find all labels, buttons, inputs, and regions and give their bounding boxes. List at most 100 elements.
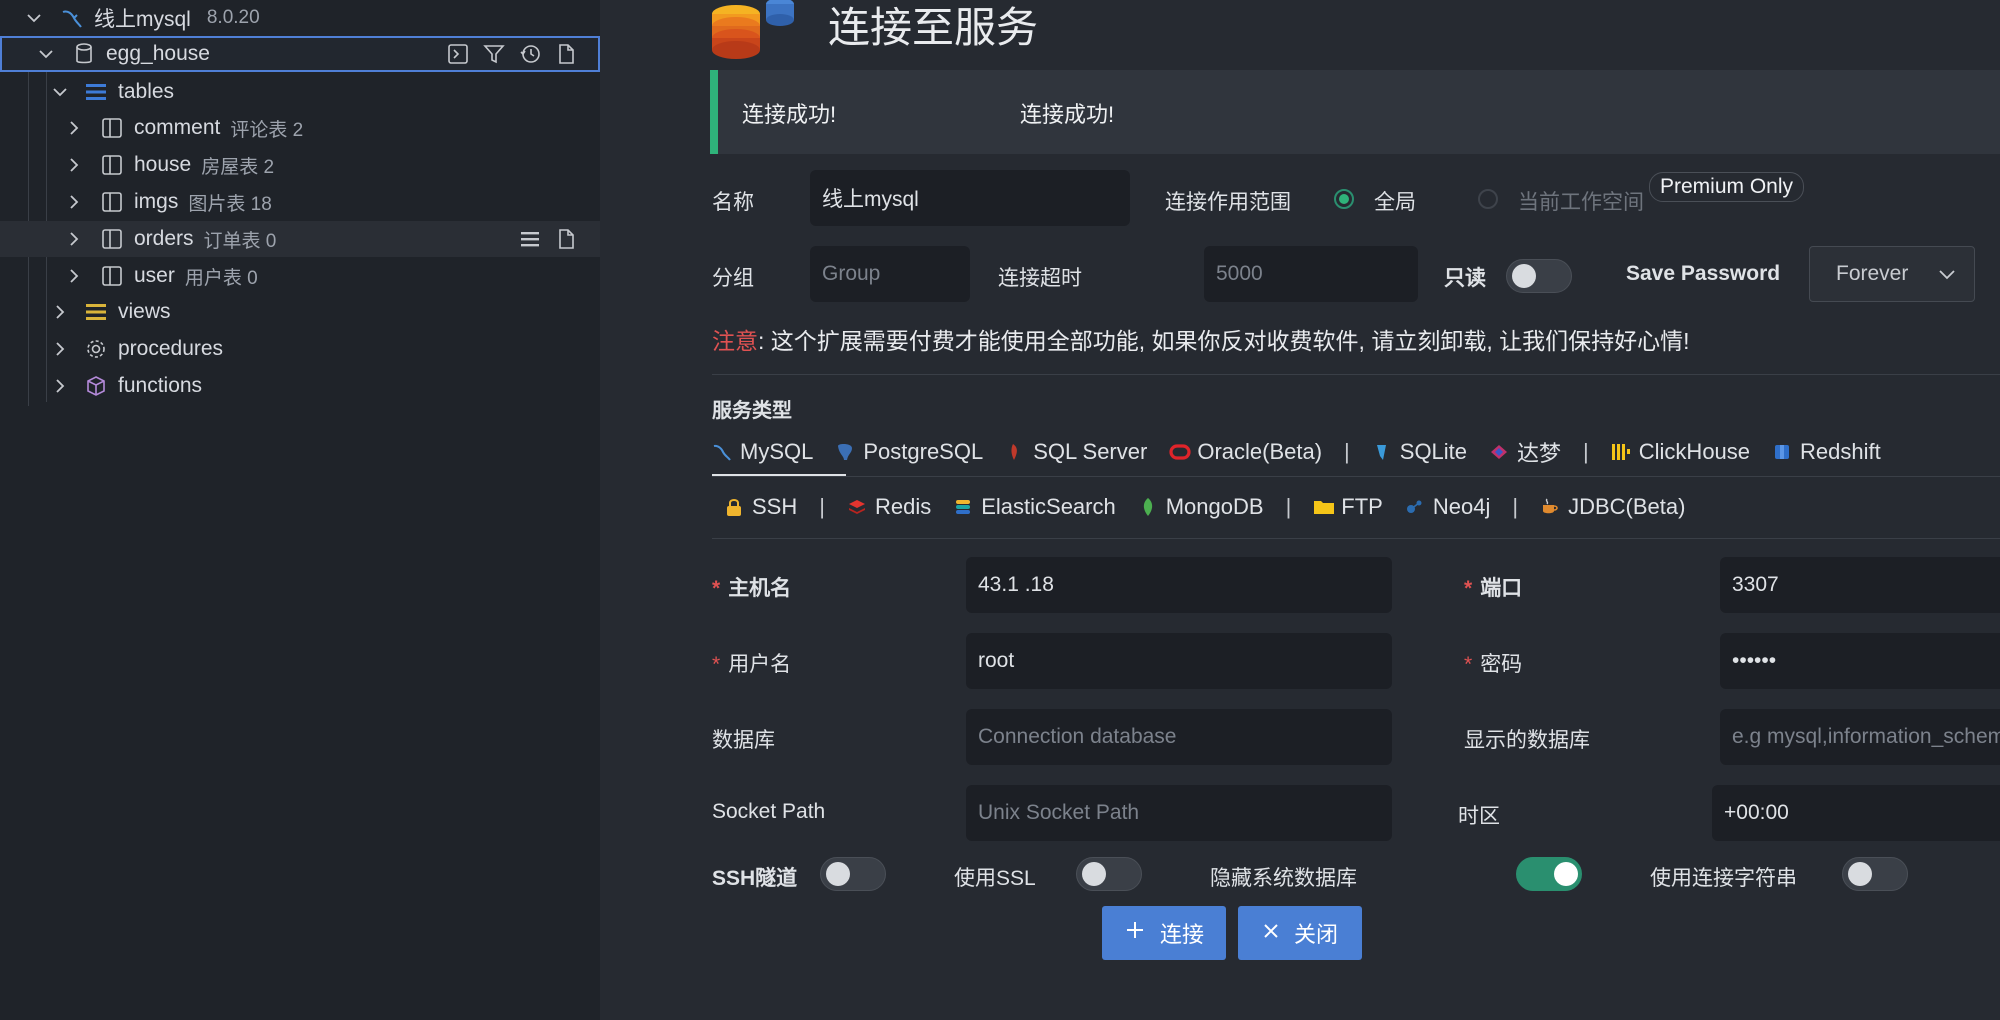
- use-conn-string-toggle[interactable]: [1842, 857, 1908, 891]
- tab-dameng[interactable]: 达梦: [1489, 436, 1561, 468]
- hide-system-db-toggle[interactable]: [1516, 857, 1582, 891]
- clickhouse-icon: [1611, 442, 1631, 462]
- save-password-select[interactable]: Forever: [1809, 246, 1975, 302]
- connect-button[interactable]: 连接: [1102, 906, 1226, 960]
- terminal-icon[interactable]: [446, 42, 470, 66]
- tab-sqlite[interactable]: SQLite: [1372, 439, 1467, 465]
- tab-neo4j[interactable]: Neo4j: [1405, 494, 1490, 520]
- tab-mysql[interactable]: MySQL: [712, 439, 813, 465]
- neo4j-icon: [1405, 497, 1425, 517]
- tab-oracle[interactable]: Oracle(Beta): [1169, 439, 1322, 465]
- folder-icon: [1313, 497, 1335, 517]
- table-name: imgs: [134, 190, 179, 213]
- tab-redshift[interactable]: Redshift: [1772, 439, 1881, 465]
- table-icon: [100, 116, 124, 140]
- host-label-text: 主机名: [728, 577, 792, 600]
- sqlserver-icon: [1005, 442, 1025, 462]
- tab-elasticsearch[interactable]: ElasticSearch: [953, 494, 1116, 520]
- tree-table-item[interactable]: user 用户表 0: [0, 258, 600, 294]
- password-label: * 密码: [1464, 648, 1522, 678]
- tab-redis[interactable]: Redis: [847, 494, 931, 520]
- scope-global-label[interactable]: 全局: [1374, 186, 1416, 216]
- chevron-right-icon[interactable]: [52, 378, 68, 394]
- shown-db-field[interactable]: e.g mysql,information_schema: [1720, 709, 2000, 765]
- divider: [712, 538, 2000, 539]
- tree-table-item[interactable]: comment 评论表 2: [0, 110, 600, 146]
- tree-procedures[interactable]: procedures: [0, 331, 600, 367]
- required-mark: *: [1464, 577, 1473, 600]
- java-cup-icon: [1540, 497, 1560, 517]
- close-button-label: 关闭: [1293, 922, 1338, 947]
- filter-icon[interactable]: [482, 42, 506, 66]
- chevron-right-icon[interactable]: [52, 304, 68, 320]
- chevron-right-icon[interactable]: [66, 268, 82, 284]
- chevron-right-icon[interactable]: [66, 120, 82, 136]
- use-ssl-toggle[interactable]: [1076, 857, 1142, 891]
- functions-label: functions: [118, 374, 203, 397]
- close-button[interactable]: 关闭: [1238, 906, 1362, 960]
- table-note: 订单表 0: [203, 230, 277, 252]
- ssh-tunnel-toggle[interactable]: [820, 857, 886, 891]
- use-conn-string-label: 使用连接字符串: [1650, 867, 1797, 890]
- table-note: 图片表 18: [188, 193, 272, 215]
- tree-table-item[interactable]: orders 订单表 0: [0, 221, 600, 257]
- banner-message: 连接成功!: [742, 102, 837, 127]
- name-field[interactable]: 线上mysql: [810, 170, 1130, 226]
- tree-views[interactable]: views: [0, 294, 600, 330]
- chevron-down-icon[interactable]: [52, 84, 68, 100]
- tree-table-item[interactable]: imgs 图片表 18: [0, 184, 600, 220]
- port-field[interactable]: 3307: [1720, 557, 2000, 613]
- group-field[interactable]: Group: [810, 246, 970, 302]
- scope-workspace-radio[interactable]: [1478, 189, 1498, 209]
- use-ssl-label: 使用SSL: [954, 867, 1036, 890]
- tree-tables[interactable]: tables: [0, 74, 600, 110]
- socket-field[interactable]: Unix Socket Path: [966, 785, 1392, 841]
- menu-icon[interactable]: [518, 227, 542, 251]
- table-name: house: [134, 153, 192, 176]
- tab-label: MongoDB: [1165, 494, 1264, 519]
- premium-badge: Premium Only: [1649, 172, 1805, 202]
- page-title: 连接至服务: [828, 4, 1039, 51]
- tab-postgresql[interactable]: PostgreSQL: [835, 439, 983, 465]
- chevron-right-icon[interactable]: [52, 341, 68, 357]
- host-field[interactable]: 43.1 .18: [966, 557, 1392, 613]
- chevron-right-icon[interactable]: [66, 231, 82, 247]
- tree-functions[interactable]: functions: [0, 368, 600, 404]
- mongodb-leaf-icon: [1138, 497, 1158, 517]
- scope-workspace-label[interactable]: 当前工作空间: [1518, 186, 1644, 216]
- scope-global-radio[interactable]: [1334, 189, 1354, 209]
- readonly-toggle[interactable]: [1506, 259, 1572, 293]
- chevron-down-icon[interactable]: [38, 46, 54, 62]
- new-file-icon[interactable]: [554, 227, 578, 251]
- table-name: user: [134, 264, 175, 287]
- tree-table-item[interactable]: house 房屋表 2: [0, 147, 600, 183]
- tab-label: PostgreSQL: [863, 439, 984, 464]
- new-file-icon[interactable]: [554, 42, 578, 66]
- oracle-icon: [1169, 442, 1191, 462]
- list-icon: [84, 80, 108, 104]
- table-note: 用户表 0: [184, 267, 258, 289]
- tab-ssh[interactable]: SSH: [724, 494, 797, 520]
- tab-label: JDBC(Beta): [1568, 494, 1686, 519]
- tab-label: Redis: [874, 494, 932, 519]
- chevron-right-icon[interactable]: [66, 157, 82, 173]
- tab-jdbc[interactable]: JDBC(Beta): [1540, 494, 1685, 520]
- save-password-value: Forever: [1836, 262, 1909, 285]
- tab-mongodb[interactable]: MongoDB: [1138, 494, 1264, 520]
- tab-ftp[interactable]: FTP: [1313, 494, 1383, 520]
- history-icon[interactable]: [518, 42, 542, 66]
- chevron-down-icon[interactable]: [26, 10, 42, 26]
- database-field[interactable]: Connection database: [966, 709, 1392, 765]
- tree-database[interactable]: egg_house: [0, 36, 600, 72]
- chevron-right-icon[interactable]: [66, 194, 82, 210]
- timezone-field[interactable]: +00:00: [1712, 785, 2000, 841]
- username-field[interactable]: root: [966, 633, 1392, 689]
- tab-clickhouse[interactable]: ClickHouse: [1611, 439, 1750, 465]
- divider: [712, 374, 2000, 375]
- tab-sqlserver[interactable]: SQL Server: [1005, 439, 1147, 465]
- timeout-field[interactable]: 5000: [1204, 246, 1418, 302]
- host-label: * 主机名: [712, 572, 791, 602]
- tree-connection[interactable]: 线上mysql 8.0.20: [0, 0, 600, 36]
- service-tabs-row2: SSH | Redis ElasticSearch MongoDB | FTP …: [712, 494, 1707, 520]
- password-field[interactable]: ••••••: [1720, 633, 2000, 689]
